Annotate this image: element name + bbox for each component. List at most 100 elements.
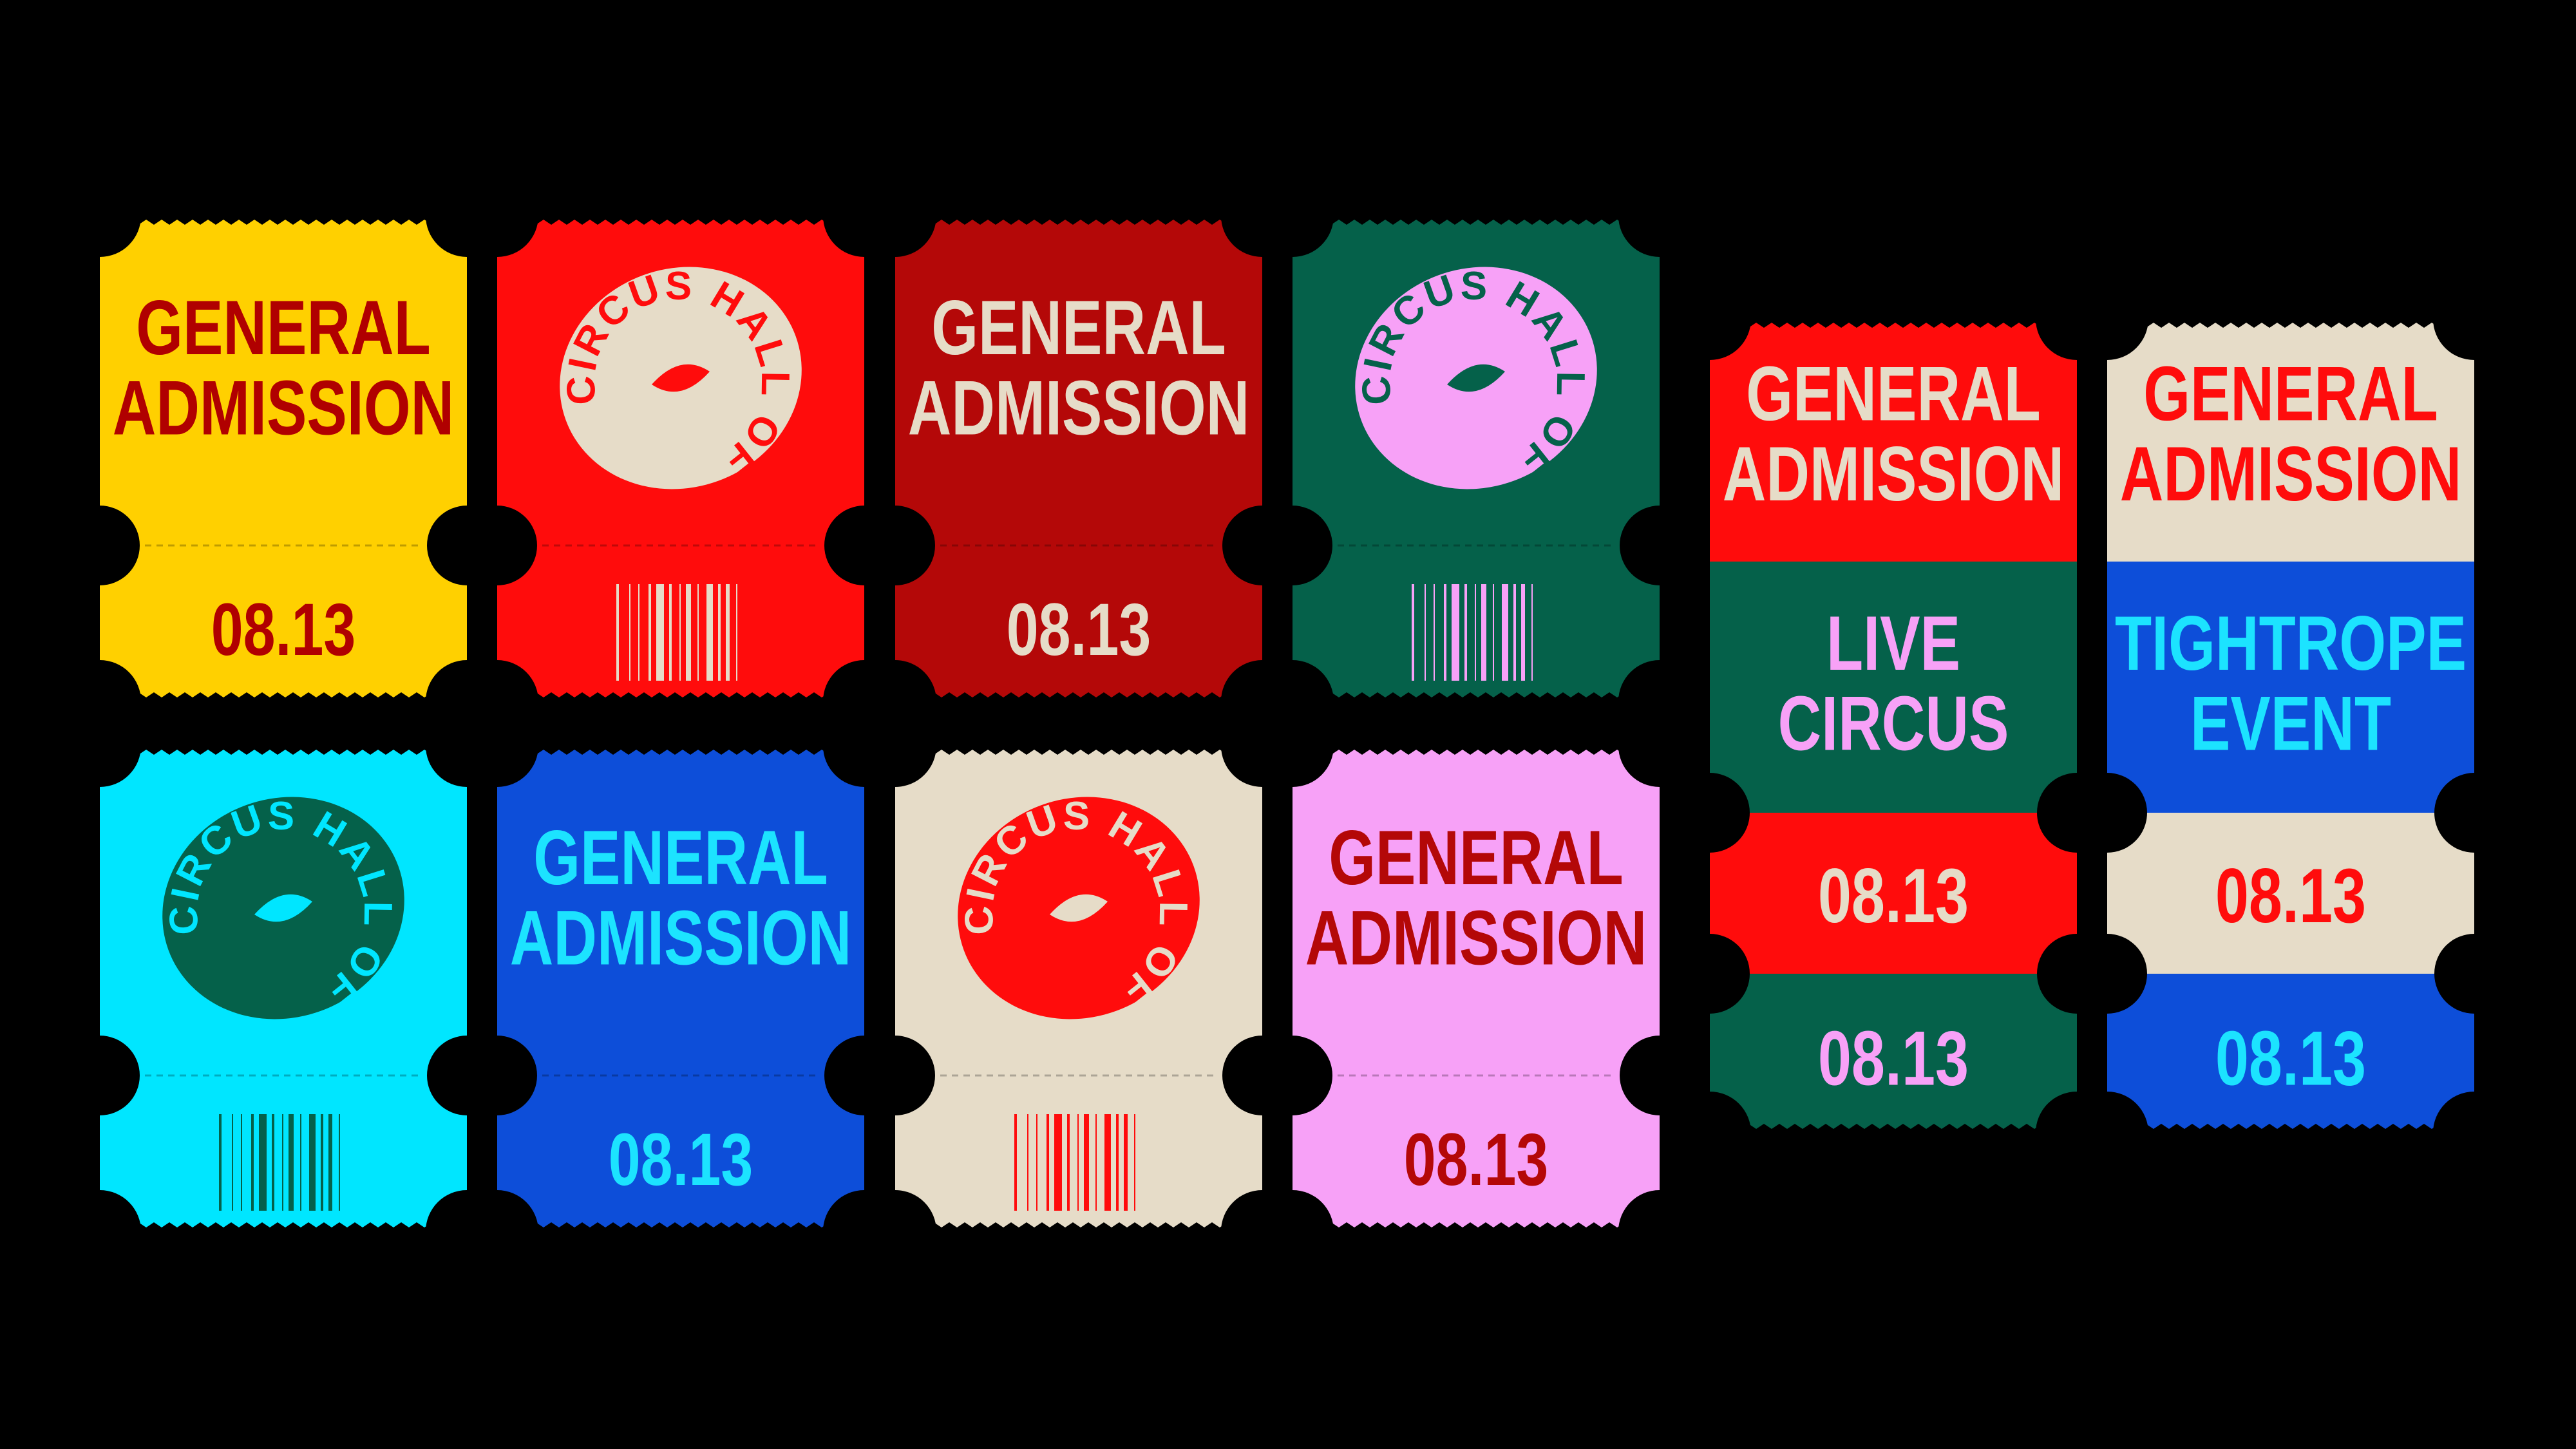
- barcode-bar: [1502, 584, 1508, 681]
- barcode-bar: [1067, 1114, 1070, 1211]
- barcode-bar: [321, 1114, 323, 1211]
- ticket-general-admission-pink: GENERAL ADMISSION 08.13: [1293, 741, 1660, 1236]
- barcode-bar: [697, 584, 699, 681]
- ticket-date: 08.13: [1404, 1118, 1548, 1200]
- ticket-general-admission-crimson: GENERAL ADMISSION 08.13: [895, 211, 1262, 706]
- barcode-bar: [736, 584, 737, 681]
- barcode-bar: [686, 584, 691, 681]
- barcode-bar: [1493, 584, 1494, 681]
- ticket-shape: GENERALADMISSION 08.13: [895, 211, 1262, 706]
- band-content: 08.13: [2215, 1015, 2366, 1101]
- barcode-bar: [1475, 584, 1476, 681]
- ticket-hall-of-fame-cream: CIRCUS HALL OF FAME: [895, 741, 1262, 1236]
- barcode-bar: [1464, 584, 1467, 681]
- barcode-bar: [282, 1114, 283, 1211]
- band-content: GENERALADMISSION: [2120, 350, 2461, 517]
- ticket-collage: GENERALADMISSION08.13 CIRCUS HALL OF FAM…: [0, 0, 2576, 1449]
- barcode-bar: [251, 1114, 254, 1211]
- barcode-bar: [1521, 584, 1525, 681]
- ticket-tightrope-event: GENERAL ADMISSION TIGHTROPE EVENT 08.13 08.13: [2107, 314, 2474, 1138]
- ticket-general-admission-yellow: GENERAL ADMISSION 08.13: [100, 211, 467, 706]
- ticket-shape: GENERALADMISSION LIVECIRCUS 08.13 08.13: [1710, 314, 2077, 1138]
- barcode-bar: [1434, 584, 1435, 681]
- barcode-bar: [1425, 584, 1426, 681]
- band-content: 08.13: [2215, 853, 2366, 939]
- barcode-bar: [309, 1114, 316, 1211]
- ticket-date: 08.13: [211, 588, 355, 670]
- title-line-2: EVENT: [2190, 680, 2391, 766]
- barcode-bar: [669, 584, 672, 681]
- barcode-bar: [219, 1114, 222, 1211]
- ticket-live-circus: GENERAL ADMISSION LIVE CIRCUS 08.13 08.13: [1710, 314, 2077, 1138]
- barcode-bar: [272, 1114, 274, 1211]
- ticket-hall-of-fame-green: CIRCUS HALL OF FAME: [1293, 211, 1660, 706]
- barcode-bar: [1077, 1114, 1079, 1211]
- title-line-2: ADMISSION: [908, 365, 1249, 451]
- barcode-bar: [1412, 584, 1414, 681]
- title-line-1: TIGHTROPE: [2115, 600, 2467, 687]
- title-line-2: ADMISSION: [1723, 431, 2064, 517]
- barcode-bar: [718, 584, 721, 681]
- ticket-shape: CIRCUS HALL OF FAME: [1293, 211, 1660, 706]
- barcode-bar: [1531, 584, 1533, 681]
- barcode-bar: [1027, 1114, 1028, 1211]
- barcode-bar: [1014, 1114, 1017, 1211]
- barcode-bar: [259, 1114, 267, 1211]
- ticket-date: 08.13: [1818, 1015, 1969, 1101]
- ticket-shape: CIRCUS HALL OF FAME: [100, 741, 467, 1236]
- title-line-2: ADMISSION: [113, 365, 454, 451]
- title-line-2: ADMISSION: [510, 895, 851, 981]
- barcode-bar: [1481, 584, 1486, 681]
- barcode-bar: [629, 584, 630, 681]
- barcode-bar: [289, 1114, 294, 1211]
- barcode-bar: [1104, 1114, 1111, 1211]
- barcode-bar: [726, 584, 730, 681]
- title-line-1: GENERAL: [2143, 350, 2438, 437]
- barcode-bar: [1036, 1114, 1037, 1211]
- barcode-bar: [241, 1114, 242, 1211]
- title-line-2: ADMISSION: [2120, 431, 2461, 517]
- barcode-bar: [1134, 1114, 1135, 1211]
- band-content: 08.13: [1818, 853, 1969, 939]
- barcode-bar: [1452, 584, 1459, 681]
- barcode-bar: [616, 584, 619, 681]
- title-line-1: GENERAL: [931, 285, 1226, 371]
- ticket-shape: GENERALADMISSION 08.13: [1293, 741, 1660, 1236]
- barcode-bar: [649, 584, 651, 681]
- title-line-1: LIVE: [1826, 600, 1960, 687]
- barcode-bar: [1513, 584, 1516, 681]
- ticket-hall-of-fame-red: CIRCUS HALL OF FAME: [497, 211, 864, 706]
- barcode-bar: [1054, 1114, 1062, 1211]
- barcode-bar: [1095, 1114, 1097, 1211]
- ticket-shape: GENERALADMISSION 08.13: [100, 211, 467, 706]
- barcode-bar: [706, 584, 713, 681]
- barcode-bar: [1116, 1114, 1119, 1211]
- barcode-bar: [339, 1114, 340, 1211]
- ticket-shape: CIRCUS HALL OF FAME: [497, 211, 864, 706]
- barcode-bar: [1046, 1114, 1049, 1211]
- band-content: GENERALADMISSION: [1723, 350, 2064, 517]
- ticket-shape: GENERALADMISSION TIGHTROPEEVENT 08.13 08.13: [2107, 314, 2474, 1138]
- barcode-bar: [679, 584, 681, 681]
- ticket-date: 08.13: [1007, 588, 1151, 670]
- ticket-general-admission-blue: GENERAL ADMISSION 08.13: [497, 741, 864, 1236]
- title-line-1: GENERAL: [136, 285, 431, 371]
- barcode-bar: [1444, 584, 1446, 681]
- ticket-shape: CIRCUS HALL OF FAME: [895, 741, 1262, 1236]
- ticket-date: 08.13: [2215, 853, 2366, 939]
- band-content: 08.13: [1818, 1015, 1969, 1101]
- ticket-date: 08.13: [609, 1118, 753, 1200]
- barcode-bar: [232, 1114, 233, 1211]
- barcode-bar: [1084, 1114, 1089, 1211]
- title-line-2: CIRCUS: [1778, 680, 2009, 766]
- barcode-bar: [1124, 1114, 1128, 1211]
- barcode-bar: [328, 1114, 332, 1211]
- title-line-1: GENERAL: [1746, 350, 2041, 437]
- barcode-bar: [638, 584, 639, 681]
- ticket-date: 08.13: [2215, 1015, 2366, 1101]
- title-line-1: GENERAL: [1329, 815, 1624, 901]
- title-line-1: GENERAL: [533, 815, 828, 901]
- ticket-shape: GENERALADMISSION 08.13: [497, 741, 864, 1236]
- title-line-2: ADMISSION: [1305, 895, 1647, 981]
- barcode-bar: [656, 584, 664, 681]
